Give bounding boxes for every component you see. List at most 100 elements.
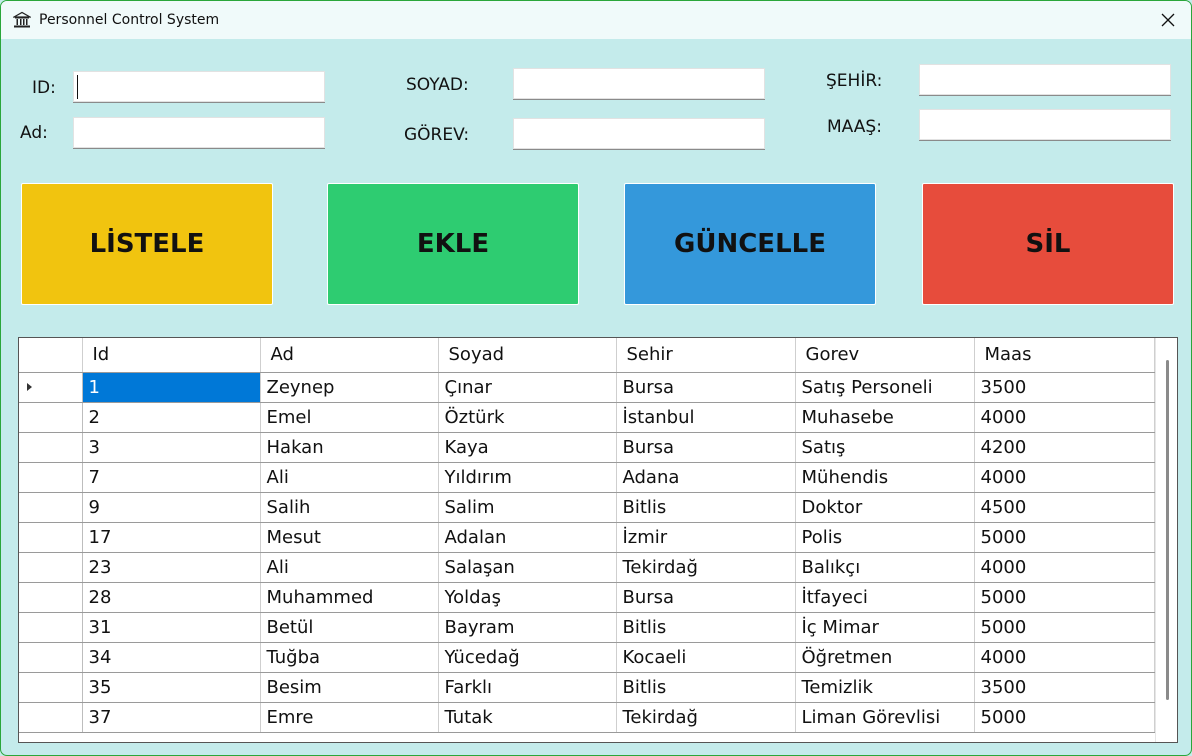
personnel-data-grid[interactable]: Id Ad Soyad Sehir Gorev Maas 1 Zeynep Çınar Burs… — [18, 337, 1178, 743]
grid-cell-soyad[interactable]: Adalan — [438, 522, 617, 553]
grid-cell-ad[interactable]: Hakan — [260, 432, 439, 463]
grid-cell-soyad[interactable]: Bayram — [438, 612, 617, 643]
row-header[interactable] — [19, 552, 83, 583]
grid-cell-gorev[interactable]: Doktor — [795, 492, 975, 523]
ad-field[interactable] — [73, 117, 325, 149]
row-header[interactable] — [19, 642, 83, 673]
grid-cell-maas[interactable]: 4000 — [974, 462, 1155, 493]
row-header[interactable] — [19, 402, 83, 433]
row-header[interactable] — [19, 462, 83, 493]
vertical-scrollbar[interactable] — [1155, 338, 1177, 742]
maas-field[interactable] — [919, 109, 1171, 141]
grid-cell-maas[interactable]: 5000 — [974, 612, 1155, 643]
grid-cell-id[interactable]: 23 — [82, 552, 261, 583]
grid-cell-sehir[interactable]: Bursa — [616, 582, 796, 613]
grid-cell-ad[interactable]: Ali — [260, 462, 439, 493]
table-row[interactable]: 31 Betül Bayram Bitlis İç Mimar 5000 — [19, 612, 1166, 643]
grid-cell-sehir[interactable]: Bitlis — [616, 492, 796, 523]
grid-cell-soyad[interactable]: Salaşan — [438, 552, 617, 583]
grid-cell-id[interactable]: 28 — [82, 582, 261, 613]
grid-cell-soyad[interactable]: Salim — [438, 492, 617, 523]
table-row[interactable]: 34 Tuğba Yücedağ Kocaeli Öğretmen 4000 — [19, 642, 1166, 673]
grid-cell-ad[interactable]: Besim — [260, 672, 439, 703]
grid-cell-ad[interactable]: Muhammed — [260, 582, 439, 613]
grid-cell-maas[interactable]: 5000 — [974, 702, 1155, 733]
grid-cell-ad[interactable]: Zeynep — [260, 372, 439, 403]
column-header-id[interactable]: Id — [82, 338, 261, 373]
grid-cell-maas[interactable]: 5000 — [974, 582, 1155, 613]
column-header-gorev[interactable]: Gorev — [795, 338, 975, 373]
grid-cell-id[interactable]: 34 — [82, 642, 261, 673]
grid-cell-soyad[interactable]: Çınar — [438, 372, 617, 403]
grid-cell-gorev[interactable]: Mühendis — [795, 462, 975, 493]
column-header-maas[interactable]: Maas — [974, 338, 1155, 373]
grid-cell-gorev[interactable]: Öğretmen — [795, 642, 975, 673]
grid-cell-sehir[interactable]: Bitlis — [616, 612, 796, 643]
row-header[interactable] — [19, 432, 83, 463]
column-header-sehir[interactable]: Sehir — [616, 338, 796, 373]
grid-cell-id[interactable]: 35 — [82, 672, 261, 703]
grid-cell-sehir[interactable]: İzmir — [616, 522, 796, 553]
close-button[interactable] — [1145, 1, 1191, 39]
table-row[interactable]: 2 Emel Öztürk İstanbul Muhasebe 4000 — [19, 402, 1166, 433]
row-header[interactable] — [19, 702, 83, 733]
table-row[interactable]: 17 Mesut Adalan İzmir Polis 5000 — [19, 522, 1166, 553]
table-row[interactable]: 37 Emre Tutak Tekirdağ Liman Görevlisi 5000 — [19, 702, 1166, 733]
grid-cell-gorev[interactable]: İtfayeci — [795, 582, 975, 613]
grid-cell-ad[interactable]: Emre — [260, 702, 439, 733]
grid-cell-sehir[interactable]: Bitlis — [616, 672, 796, 703]
grid-cell-id[interactable]: 2 — [82, 402, 261, 433]
grid-cell-soyad[interactable]: Kaya — [438, 432, 617, 463]
grid-cell-sehir[interactable]: İstanbul — [616, 402, 796, 433]
grid-cell-soyad[interactable]: Yıldırım — [438, 462, 617, 493]
grid-cell-id[interactable]: 7 — [82, 462, 261, 493]
listele-button[interactable]: LİSTELE — [21, 183, 273, 305]
grid-cell-ad[interactable]: Emel — [260, 402, 439, 433]
table-row[interactable]: 23 Ali Salaşan Tekirdağ Balıkçı 4000 — [19, 552, 1166, 583]
sehir-field[interactable] — [919, 64, 1171, 96]
grid-cell-ad[interactable]: Ali — [260, 552, 439, 583]
grid-cell-gorev[interactable]: İç Mimar — [795, 612, 975, 643]
table-row[interactable]: 7 Ali Yıldırım Adana Mühendis 4000 — [19, 462, 1166, 493]
grid-cell-sehir[interactable]: Adana — [616, 462, 796, 493]
table-row[interactable]: 35 Besim Farklı Bitlis Temizlik 3500 — [19, 672, 1166, 703]
grid-cell-soyad[interactable]: Yoldaş — [438, 582, 617, 613]
grid-cell-sehir[interactable]: Tekirdağ — [616, 552, 796, 583]
sil-button[interactable]: SİL — [922, 183, 1174, 305]
grid-cell-ad[interactable]: Tuğba — [260, 642, 439, 673]
grid-cell-ad[interactable]: Salih — [260, 492, 439, 523]
soyad-field[interactable] — [513, 68, 765, 100]
grid-cell-id[interactable]: 9 — [82, 492, 261, 523]
grid-cell-soyad[interactable]: Öztürk — [438, 402, 617, 433]
grid-cell-sehir[interactable]: Bursa — [616, 372, 796, 403]
grid-cell-id[interactable]: 3 — [82, 432, 261, 463]
grid-cell-sehir[interactable]: Bursa — [616, 432, 796, 463]
grid-cell-maas[interactable]: 3500 — [974, 372, 1155, 403]
guncelle-button[interactable]: GÜNCELLE — [624, 183, 876, 305]
grid-cell-gorev[interactable]: Liman Görevlisi — [795, 702, 975, 733]
table-row[interactable]: 1 Zeynep Çınar Bursa Satış Personeli 3500 — [19, 372, 1166, 403]
grid-cell-soyad[interactable]: Tutak — [438, 702, 617, 733]
table-row[interactable]: 3 Hakan Kaya Bursa Satış 4200 — [19, 432, 1166, 463]
grid-cell-sehir[interactable]: Tekirdağ — [616, 702, 796, 733]
grid-cell-gorev[interactable]: Balıkçı — [795, 552, 975, 583]
gorev-field[interactable] — [513, 118, 765, 150]
table-row[interactable]: 28 Muhammed Yoldaş Bursa İtfayeci 5000 — [19, 582, 1166, 613]
row-header[interactable] — [19, 372, 83, 403]
grid-cell-maas[interactable]: 4000 — [974, 552, 1155, 583]
grid-cell-soyad[interactable]: Farklı — [438, 672, 617, 703]
scrollbar-thumb[interactable] — [1166, 360, 1169, 700]
row-header[interactable] — [19, 492, 83, 523]
grid-cell-gorev[interactable]: Polis — [795, 522, 975, 553]
grid-cell-soyad[interactable]: Yücedağ — [438, 642, 617, 673]
grid-cell-id[interactable]: 37 — [82, 702, 261, 733]
column-header-soyad[interactable]: Soyad — [438, 338, 617, 373]
grid-corner-header[interactable] — [19, 338, 83, 373]
grid-cell-gorev[interactable]: Muhasebe — [795, 402, 975, 433]
grid-cell-maas[interactable]: 4000 — [974, 642, 1155, 673]
grid-cell-maas[interactable]: 4200 — [974, 432, 1155, 463]
table-row[interactable]: 9 Salih Salim Bitlis Doktor 4500 — [19, 492, 1166, 523]
grid-cell-gorev[interactable]: Temizlik — [795, 672, 975, 703]
grid-cell-maas[interactable]: 3500 — [974, 672, 1155, 703]
grid-cell-sehir[interactable]: Kocaeli — [616, 642, 796, 673]
